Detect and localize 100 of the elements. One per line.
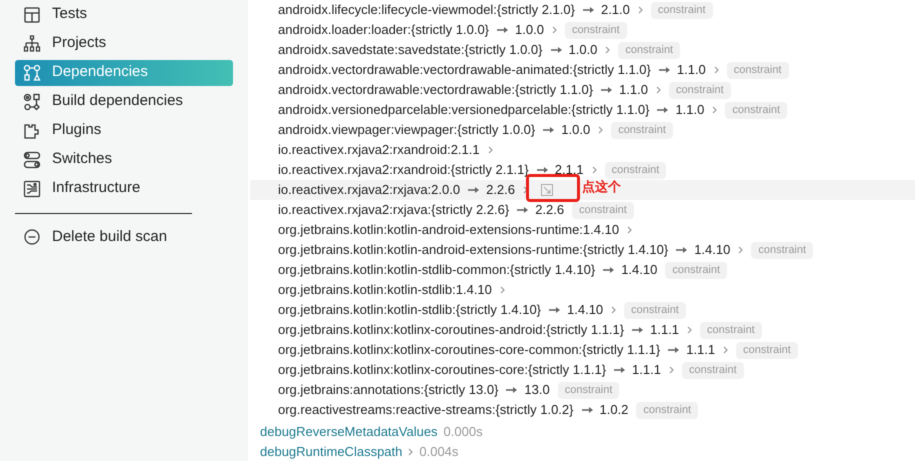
chevron-right-icon[interactable]: [668, 366, 674, 374]
sidebar-item[interactable]: Tests: [15, 2, 233, 28]
resolved-version: 1.4.10: [694, 241, 730, 260]
constraint-tag: constraint: [636, 402, 698, 418]
resolved-version: 1.1.1: [650, 321, 680, 340]
dependency-name: org.jetbrains.kotlin:kotlin-android-extensions-runtime:1.4.10: [278, 221, 620, 240]
arrow-right-icon: [668, 346, 680, 354]
constraint-tag: constraint: [624, 302, 686, 318]
arrow-right-icon: [543, 126, 556, 134]
chevron-right-icon[interactable]: [656, 86, 661, 94]
chevron-right-icon[interactable]: [488, 146, 493, 154]
constraint-tag: constraint: [618, 42, 680, 58]
dependency-name: io.reactivex.rxjava2:rxjava:{strictly 2.2.6}: [278, 201, 510, 220]
minus-circle-icon: [23, 228, 41, 246]
dependency-name: io.reactivex.rxjava2:rxandroid:{strictly 2.1.1}: [278, 161, 529, 180]
dependency-name: org.jetbrains.kotlinx:kotlinx-coroutines-core:{strictly 1.1.1}: [278, 361, 606, 380]
resolved-version: 1.4.10: [621, 261, 658, 280]
delete-build-scan-link[interactable]: Delete build scan: [15, 224, 233, 250]
constraint-tag: constraint: [682, 362, 744, 378]
sidebar-item[interactable]: Build dependencies: [15, 88, 233, 114]
resolved-version: 1.0.0: [568, 41, 598, 60]
chevron-right-icon[interactable]: [408, 448, 414, 456]
arrow-right-icon: [614, 366, 626, 374]
resolved-version: 1.1.0: [676, 61, 706, 80]
arrow-right-icon: [658, 66, 671, 74]
sidebar-item[interactable]: Plugins: [15, 118, 233, 144]
arrow-right-icon: [549, 306, 562, 314]
arrow-right-icon: [582, 406, 594, 414]
arrow-right-icon: [657, 106, 670, 114]
dependency-name: org.jetbrains.kotlinx:kotlinx-coroutines-android:{strictly 1.1.1}: [278, 321, 624, 340]
chevron-right-icon[interactable]: [592, 166, 597, 174]
arrow-right-icon: [517, 206, 530, 214]
resolved-version: 1.4.10: [567, 301, 604, 320]
table-icon: [23, 6, 41, 24]
constraint-tag: constraint: [650, 2, 713, 18]
chevron-right-icon[interactable]: [500, 286, 505, 294]
chevron-right-icon[interactable]: [523, 186, 528, 194]
dependency-name: androidx.viewpager:viewpager:{strictly 1.0.0}: [278, 121, 536, 140]
callout-label: 点这个: [582, 178, 622, 196]
puzzle-icon: [23, 122, 41, 140]
chevron-right-icon[interactable]: [723, 346, 728, 354]
resolved-version: 2.2.6: [486, 181, 516, 200]
resolved-version: 1.1.0: [619, 81, 648, 100]
gear-nodes-icon: [23, 92, 41, 110]
dependency-name: org.jetbrains.kotlin:kotlin-android-extensions-runtime:{strictly 1.4.10}: [278, 241, 668, 260]
duration-text: 0.000s: [444, 423, 483, 442]
sidebar-item[interactable]: Projects: [15, 30, 233, 56]
resolved-version: 2.1.1: [554, 161, 584, 180]
sidebar-item[interactable]: Switches: [15, 146, 233, 172]
dependency-name: androidx.savedstate:savedstate:{strictly 1.0.0}: [278, 41, 542, 60]
toggle-icon: [23, 150, 41, 168]
dependency-name: androidx.vectordrawable:vectordrawable:{strictly 1.1.0}: [278, 81, 594, 100]
chevron-right-icon[interactable]: [738, 246, 744, 254]
arrow-right-icon: [582, 6, 595, 14]
chevron-right-icon[interactable]: [638, 6, 643, 14]
constraint-tag: constraint: [700, 322, 762, 338]
dependency-name: org.jetbrains:annotations:{strictly 13.0}: [278, 381, 498, 400]
constraint-tag: constraint: [665, 262, 728, 278]
dependency-name: io.reactivex.rxjava2:rxjava:2.0.0: [278, 181, 460, 200]
sidebar-item[interactable]: Infrastructure: [15, 176, 233, 202]
configuration-link[interactable]: debugRuntimeClasspath: [260, 442, 402, 461]
dependency-name: org.jetbrains.kotlin:kotlin-stdlib:{strictly 1.4.10}: [278, 301, 542, 320]
arrow-right-icon: [497, 26, 510, 34]
constraint-tag: constraint: [725, 102, 788, 118]
dependency-name: androidx.vectordrawable:vectordrawable-animated:{strictly 1.1.0}: [278, 61, 651, 80]
circuit-board-icon: [23, 180, 41, 198]
constraint-tag: constraint: [604, 162, 666, 178]
resolved-version: 1.1.1: [686, 341, 716, 360]
dependency-name: androidx.versionedparcelable:versionedparcelable:{strictly 1.1.0}: [278, 101, 650, 120]
chevron-right-icon[interactable]: [611, 306, 616, 314]
chevron-right-icon[interactable]: [687, 326, 692, 334]
dependency-name: org.jetbrains.kotlinx:kotlinx-coroutines-core-common:{strictly 1.1.1}: [278, 341, 660, 360]
resolved-version: 2.2.6: [535, 201, 564, 220]
resolved-version: 1.1.1: [632, 361, 661, 380]
dependency-name: org.reactivestreams:reactive-streams:{strictly 1.0.2}: [278, 401, 574, 420]
arrow-right-icon: [676, 246, 688, 254]
chevron-right-icon[interactable]: [712, 106, 718, 114]
chevron-right-icon[interactable]: [627, 226, 632, 234]
dependency-name: io.reactivex.rxjava2:rxandroid:2.1.1: [278, 141, 480, 160]
arrow-right-icon: [603, 266, 616, 274]
constraint-tag: constraint: [572, 202, 634, 218]
chevron-right-icon[interactable]: [552, 26, 557, 34]
dependency-name: org.jetbrains.kotlin:kotlin-stdlib-common:{strictly 1.4.10}: [278, 261, 596, 280]
resolved-version: 1.0.2: [600, 401, 628, 420]
expand-button[interactable]: [540, 183, 554, 197]
resolved-version: 2.1.0: [600, 1, 630, 20]
constraint-tag: constraint: [564, 22, 627, 38]
constraint-tag: constraint: [726, 62, 788, 78]
arrow-right-icon: [550, 46, 562, 54]
chevron-right-icon[interactable]: [714, 66, 719, 74]
constraint-tag: constraint: [736, 342, 798, 358]
chevron-right-icon[interactable]: [605, 46, 610, 54]
dependency-name: org.jetbrains.kotlin:kotlin-stdlib:1.4.10: [278, 281, 492, 300]
hierarchy-icon: [23, 34, 41, 52]
constraint-tag: constraint: [751, 242, 814, 258]
configuration-link[interactable]: debugReverseMetadataValues: [260, 422, 438, 442]
constraint-tag: constraint: [611, 122, 673, 138]
chevron-right-icon[interactable]: [598, 126, 604, 134]
dependency-name: androidx.lifecycle:lifecycle-viewmodel:{strictly 2.1.0}: [278, 1, 575, 20]
constraint-tag: constraint: [668, 82, 731, 98]
